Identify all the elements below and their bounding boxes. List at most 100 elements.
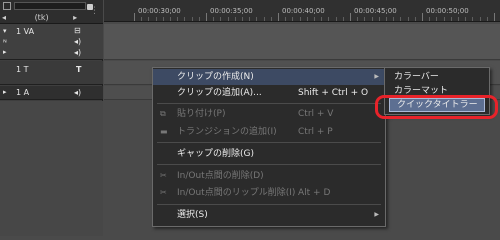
ripple-delete-icon: ✂ <box>160 188 167 197</box>
menu-item-create-clip[interactable]: クリップの作成(N) ▶ <box>153 69 385 85</box>
menu-separator <box>157 142 381 143</box>
menu-item-select[interactable]: 選択(S) ▶ <box>153 207 385 223</box>
ruler-tick <box>335 17 337 21</box>
menu-item-add-clip[interactable]: クリップの追加(A)... Shift + Ctrl + O <box>153 85 385 101</box>
menu-separator <box>157 204 381 205</box>
header-zoom-row: ◂ (tk) ▸ <box>2 13 77 22</box>
title-track-icon[interactable]: T <box>76 65 81 74</box>
ruler-tick <box>270 17 272 21</box>
video-display-icon[interactable]: ⊟ <box>74 26 81 35</box>
ruler-tick <box>198 17 200 21</box>
timeline-lane-1va[interactable] <box>104 24 500 60</box>
menu-item-shortcut: Shift + Ctrl + O <box>298 88 369 98</box>
menu-item-label: クリップの追加(A)... <box>177 88 262 98</box>
ruler-tick <box>134 13 135 21</box>
context-menu: クリップの作成(N) ▶ クリップの追加(A)... Shift + Ctrl … <box>152 67 386 227</box>
menu-item-shortcut: Ctrl + V <box>298 109 334 119</box>
ruler-tick <box>321 17 323 21</box>
menu-item-ripple-delete-inout[interactable]: ✂ In/Out点間のリップル削除(I) Alt + D <box>153 185 385 201</box>
collapse-icon[interactable]: ▸ <box>3 48 7 56</box>
track-header-1a[interactable]: ▸ 1 A ◂) <box>0 86 103 100</box>
timecode-label: 00:00:50;00 <box>426 7 469 15</box>
ruler-tick <box>429 17 431 21</box>
track-header-panel: ◂ (tk) ▸ ⋮ ▾ ᴺ ▸ 1 VA ⊟ ◂) ◂) 1 T T ▸ 1 … <box>0 0 103 236</box>
ruler-tick <box>364 17 366 21</box>
select-all-checkbox[interactable] <box>3 2 11 10</box>
ruler-tick <box>263 17 265 21</box>
ruler-tick <box>242 17 243 21</box>
menu-item-label: ギャップの削除(G) <box>177 149 254 159</box>
sync-icon[interactable]: ᴺ <box>3 38 7 47</box>
paste-icon: ⧉ <box>160 109 166 118</box>
ruler-tick <box>234 17 236 21</box>
ruler-tick <box>314 17 315 21</box>
ruler-tick <box>227 17 229 21</box>
expand-icon[interactable]: ▸ <box>3 88 7 96</box>
ruler-tick <box>292 17 294 21</box>
ruler-tick <box>141 17 143 21</box>
ruler-tick <box>486 17 488 21</box>
submenu-arrow-icon: ▶ <box>374 211 379 218</box>
ruler-tick <box>371 17 373 21</box>
ruler-tick <box>443 17 445 21</box>
ruler-tick <box>422 13 423 21</box>
ruler-tick <box>400 17 402 21</box>
track-header-empty <box>0 101 103 236</box>
zoom-left-icon[interactable]: ◂ <box>2 13 6 22</box>
ruler-tick <box>170 17 171 21</box>
menu-item-label: 貼り付け(P) <box>177 109 226 119</box>
ruler-tick <box>378 17 380 21</box>
timeline-ruler[interactable]: 00:00:30;00 00:00:35;00 00:00:40;00 00:0… <box>104 0 500 22</box>
ruler-tick <box>213 17 215 21</box>
timecode-label: 00:00:40;00 <box>282 7 325 15</box>
menu-lines-icon[interactable]: ⋮ <box>90 6 100 16</box>
ruler-tick <box>162 17 164 21</box>
annotation-highlight-ring <box>375 95 498 119</box>
ruler-tick <box>386 17 387 21</box>
menu-item-label: クリップの作成(N) <box>177 72 254 82</box>
ruler-tick <box>479 17 481 21</box>
timecode-label: 00:00:45;00 <box>354 7 397 15</box>
menu-item-label: 選択(S) <box>177 210 208 220</box>
ruler-tick <box>414 17 416 21</box>
ruler-tick <box>458 17 459 21</box>
ruler-tick <box>393 17 395 21</box>
transition-icon: ▬ <box>160 127 168 136</box>
zoom-right-icon[interactable]: ▸ <box>73 13 77 22</box>
track-header-1va[interactable]: ▾ ᴺ ▸ 1 VA ⊟ ◂) ◂) <box>0 24 103 60</box>
timecode-label: 00:00:30;00 <box>138 7 181 15</box>
menu-item-label: In/Out点間の削除(D) <box>177 171 264 181</box>
submenu-item-color-bars[interactable]: カラーバー <box>385 70 489 84</box>
ruler-tick <box>249 17 251 21</box>
speaker-icon[interactable]: ◂) <box>74 37 81 46</box>
ruler-tick <box>278 13 279 21</box>
ruler-tick <box>206 13 207 21</box>
menu-item-paste[interactable]: ⧉ 貼り付け(P) Ctrl + V <box>153 106 385 122</box>
track-header-1t[interactable]: 1 T T <box>0 61 103 85</box>
track-name-1va: 1 VA <box>16 27 35 36</box>
ruler-tick <box>299 17 301 21</box>
menu-separator <box>157 164 381 165</box>
ruler-tick <box>256 17 258 21</box>
ruler-tick <box>177 17 179 21</box>
expand-icon[interactable]: ▾ <box>3 27 7 35</box>
speaker-icon[interactable]: ◂) <box>74 88 81 97</box>
menu-item-shortcut: Alt + D <box>298 188 331 198</box>
speaker-icon[interactable]: ◂) <box>74 48 81 57</box>
zoom-label: (tk) <box>34 13 49 22</box>
track-header-toolbar: ◂ (tk) ▸ ⋮ <box>0 0 103 24</box>
ruler-tick <box>407 17 409 21</box>
ruler-tick <box>285 17 287 21</box>
menu-item-delete-gap[interactable]: ギャップの削除(G) <box>153 146 385 162</box>
menu-item-delete-inout[interactable]: ✂ In/Out点間の削除(D) <box>153 168 385 184</box>
ruler-tick <box>148 17 150 21</box>
menu-item-add-transition[interactable]: ▬ トランジションの追加(I) Ctrl + P <box>153 124 385 140</box>
ruler-tick <box>191 17 193 21</box>
ruler-tick <box>220 17 222 21</box>
ruler-tick <box>357 17 359 21</box>
delete-range-icon: ✂ <box>160 171 167 180</box>
track-height-slider[interactable] <box>14 2 93 10</box>
ruler-tick <box>306 17 308 21</box>
ruler-tick <box>328 17 330 21</box>
ruler-tick <box>184 17 186 21</box>
